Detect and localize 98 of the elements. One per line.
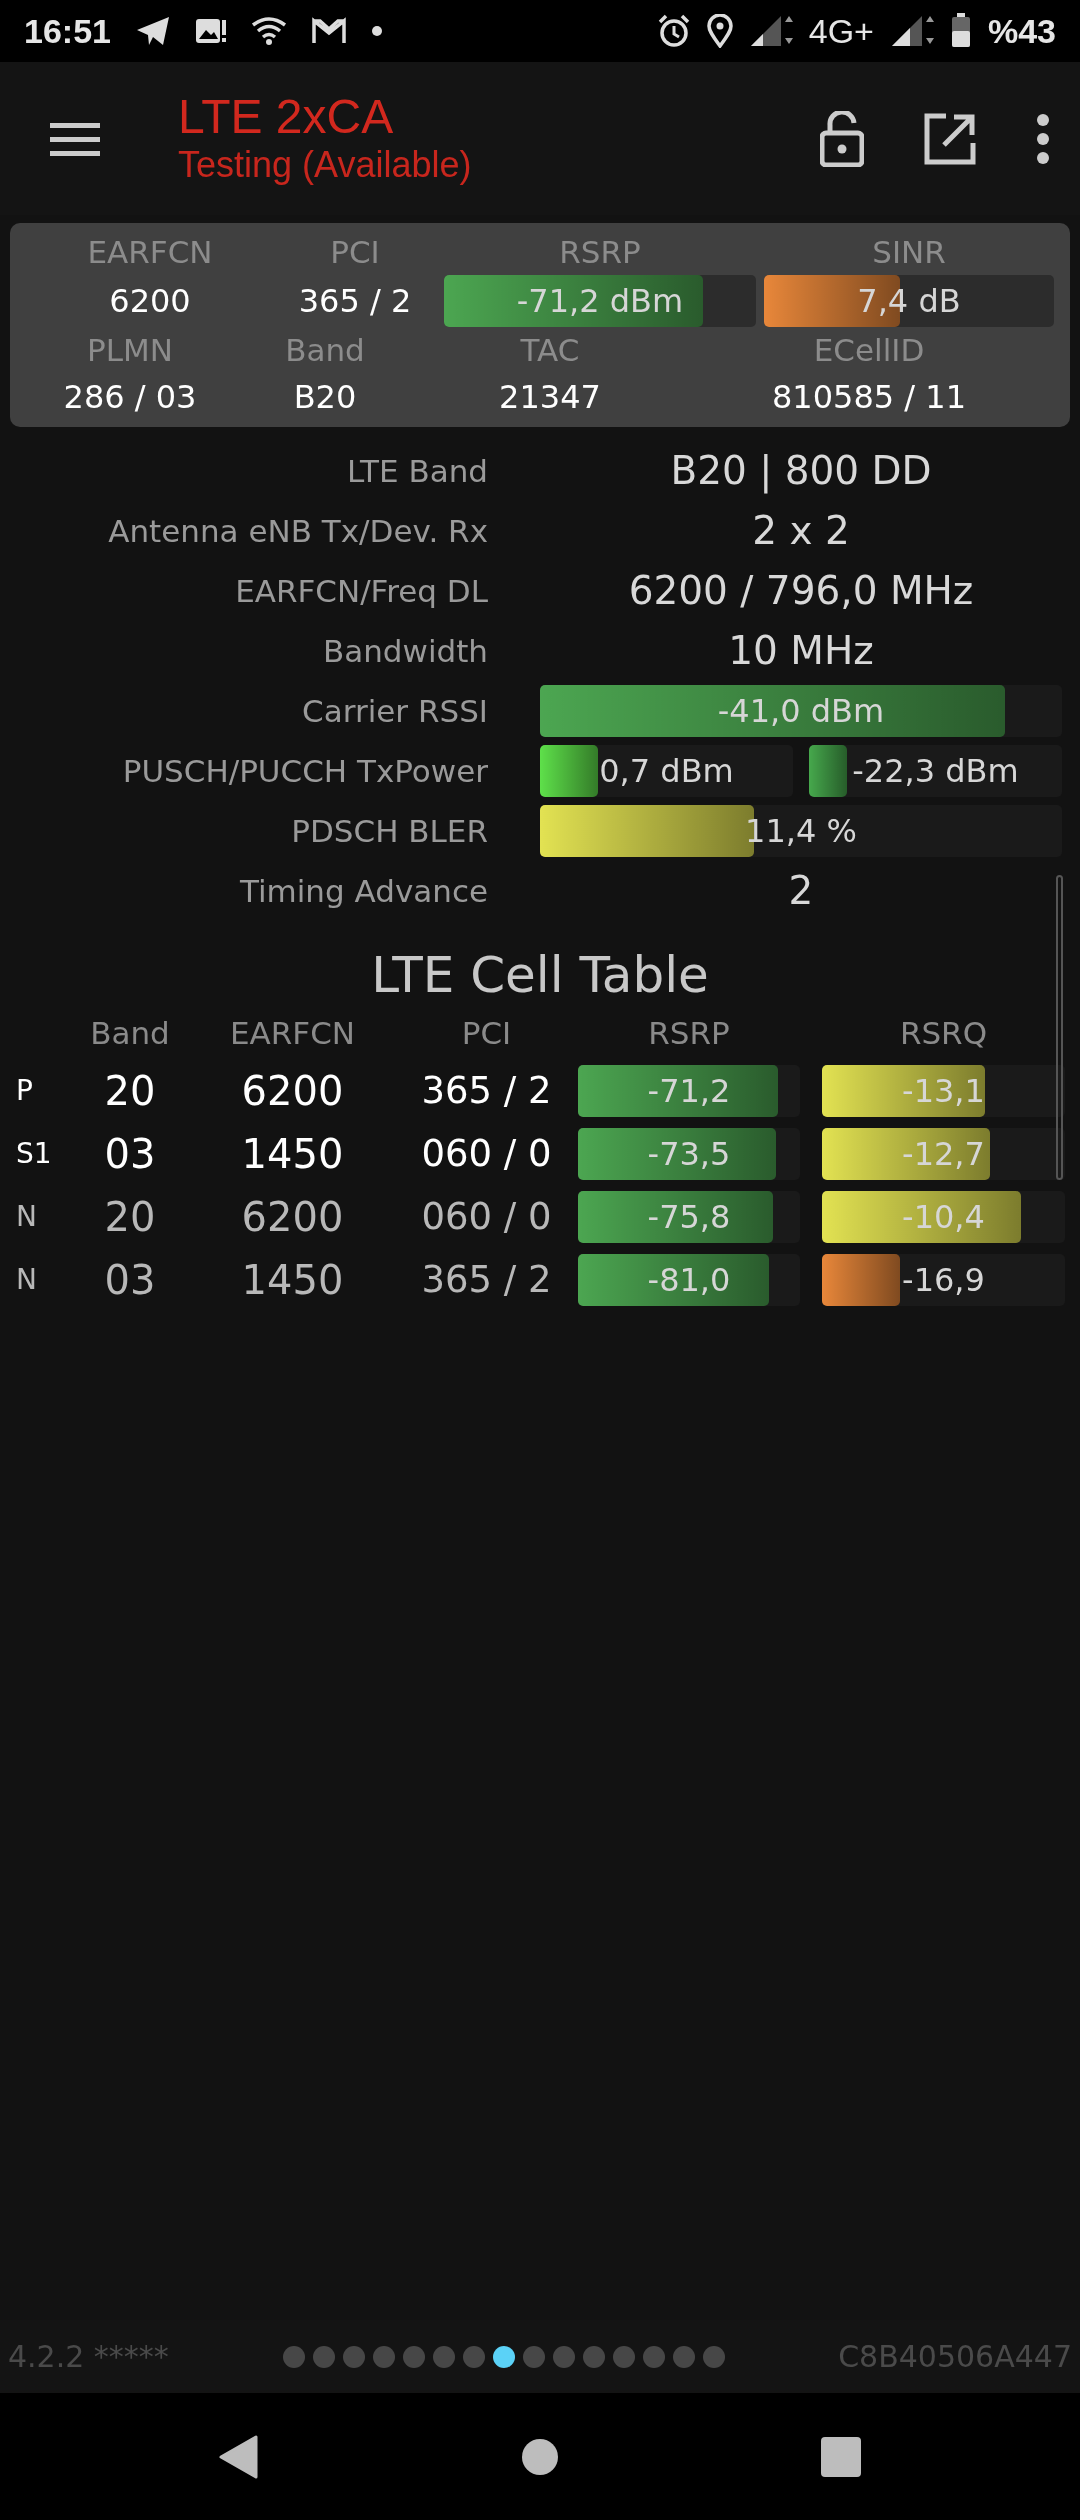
field-label: ECellID bbox=[812, 331, 926, 370]
more-icon bbox=[1036, 112, 1050, 165]
location-icon bbox=[706, 14, 733, 48]
meter-reading: -73,5 bbox=[647, 1133, 731, 1175]
cell-type: N bbox=[15, 1198, 38, 1235]
column-header: EARFCN bbox=[229, 1014, 356, 1053]
page-indicator-dot[interactable] bbox=[312, 2345, 335, 2368]
field-label: LTE Band bbox=[346, 451, 488, 491]
meter-reading: -81,0 bbox=[647, 1259, 731, 1301]
field-label: Antenna eNB Tx/Dev. Rx bbox=[107, 511, 488, 551]
page-indicator-dot[interactable] bbox=[552, 2345, 575, 2368]
table-cell-text: 365 / 2 bbox=[420, 1256, 553, 1303]
app-title: LTE 2xCA bbox=[178, 90, 395, 144]
table-cell-text: 03 bbox=[103, 1129, 157, 1179]
meter-reading: -13,1 bbox=[902, 1070, 985, 1112]
field-label: Timing Advance bbox=[238, 871, 488, 911]
meter-reading: 7,4 dB bbox=[857, 281, 961, 322]
field-label: Band bbox=[284, 331, 366, 370]
page-indicator-dot[interactable] bbox=[612, 2345, 635, 2368]
field-label: RSRP bbox=[558, 233, 642, 272]
padlock-icon bbox=[820, 110, 864, 167]
field-value: 6200 bbox=[108, 281, 192, 322]
field-label: PCI bbox=[329, 233, 381, 272]
home-icon bbox=[521, 2437, 559, 2476]
meter-reading: -71,2 dBm bbox=[516, 281, 684, 322]
alarm-icon bbox=[656, 14, 691, 48]
back-icon bbox=[219, 2434, 259, 2479]
external-link-icon bbox=[924, 112, 976, 165]
page-indicator-dot[interactable] bbox=[642, 2345, 665, 2368]
mail-icon bbox=[310, 17, 347, 45]
field-label: EARFCN/Freq DL bbox=[234, 571, 488, 611]
battery-icon bbox=[949, 13, 972, 49]
table-cell-text: 1450 bbox=[240, 1255, 345, 1305]
field-label: EARFCN bbox=[86, 233, 214, 272]
field-value: B20 | 800 DD bbox=[669, 446, 933, 496]
column-header: Band bbox=[89, 1014, 171, 1053]
meter-reading: -16,9 bbox=[902, 1259, 985, 1301]
column-header: RSRQ bbox=[898, 1014, 989, 1053]
network-type: 4G+ bbox=[808, 10, 874, 52]
field-value: 810585 / 11 bbox=[771, 377, 967, 418]
app-subtitle: Testing (Available) bbox=[178, 143, 472, 187]
recents-icon bbox=[821, 2436, 861, 2477]
meter-reading: -71,2 bbox=[647, 1070, 731, 1112]
meter-reading: -22,3 dBm bbox=[852, 751, 1019, 792]
page-indicator-dot[interactable] bbox=[582, 2345, 605, 2368]
table-cell-text: 20 bbox=[103, 1066, 157, 1116]
field-value: 2 x 2 bbox=[751, 506, 851, 555]
table-cell-text: 6200 bbox=[240, 1192, 345, 1242]
table-cell-text: 365 / 2 bbox=[420, 1067, 553, 1114]
meter-reading: -75,8 bbox=[647, 1196, 731, 1238]
table-cell-text: 20 bbox=[103, 1192, 157, 1242]
column-header: RSRP bbox=[647, 1014, 731, 1053]
field-value: 2 bbox=[787, 866, 815, 915]
field-label: PDSCH BLER bbox=[290, 811, 488, 851]
page-indicator-dot[interactable] bbox=[282, 2345, 305, 2368]
field-value: 286 / 03 bbox=[62, 377, 198, 418]
page-indicator-dot[interactable] bbox=[492, 2345, 515, 2368]
meter-reading: 11,4 % bbox=[745, 811, 857, 852]
meter-reading: -12,7 bbox=[902, 1133, 985, 1175]
field-value: 10 MHz bbox=[727, 626, 875, 675]
wifi-icon bbox=[250, 16, 287, 46]
scrollbar[interactable] bbox=[1056, 875, 1063, 1180]
meter-reading: 0,7 dBm bbox=[599, 751, 734, 792]
menu-icon bbox=[50, 120, 100, 157]
page-indicator-dot[interactable] bbox=[402, 2345, 425, 2368]
table-title: LTE Cell Table bbox=[370, 945, 710, 1006]
page-indicator-dot[interactable] bbox=[462, 2345, 485, 2368]
field-value: 365 / 2 bbox=[297, 281, 413, 322]
table-cell-text: 060 / 0 bbox=[420, 1130, 553, 1177]
page-indicator-dot[interactable] bbox=[372, 2345, 395, 2368]
cell-type: P bbox=[15, 1072, 34, 1109]
battery-percentage: %43 bbox=[987, 10, 1056, 52]
cell-type: N bbox=[15, 1261, 38, 1298]
field-value: 6200 / 796,0 MHz bbox=[627, 566, 975, 615]
page-indicator-dot[interactable] bbox=[672, 2345, 695, 2368]
dot-icon bbox=[370, 25, 383, 37]
field-label: PLMN bbox=[86, 331, 174, 370]
meter-reading: -41,0 dBm bbox=[717, 691, 885, 732]
image-icon bbox=[194, 16, 227, 46]
field-value: 21347 bbox=[498, 377, 602, 418]
clock-time: 16:51 bbox=[24, 10, 111, 52]
field-value: B20 bbox=[292, 377, 358, 418]
table-cell-text: 03 bbox=[103, 1255, 157, 1305]
field-label: TAC bbox=[519, 331, 581, 370]
field-label: Carrier RSSI bbox=[301, 691, 488, 731]
meter-reading: -10,4 bbox=[902, 1196, 985, 1238]
table-cell-text: 6200 bbox=[240, 1066, 345, 1116]
page-indicator-dot[interactable] bbox=[522, 2345, 545, 2368]
page-indicator-dot[interactable] bbox=[432, 2345, 455, 2368]
page-indicator-dot[interactable] bbox=[702, 2345, 725, 2368]
field-label: SINR bbox=[871, 233, 947, 272]
field-label: Bandwidth bbox=[321, 631, 488, 671]
field-label: PUSCH/PUCCH TxPower bbox=[121, 751, 488, 791]
page-indicator-dot[interactable] bbox=[342, 2345, 365, 2368]
table-cell-text: 060 / 0 bbox=[420, 1193, 553, 1240]
cell-type: S1 bbox=[15, 1135, 53, 1172]
column-header: PCI bbox=[460, 1014, 513, 1053]
table-cell-text: 1450 bbox=[240, 1129, 345, 1179]
